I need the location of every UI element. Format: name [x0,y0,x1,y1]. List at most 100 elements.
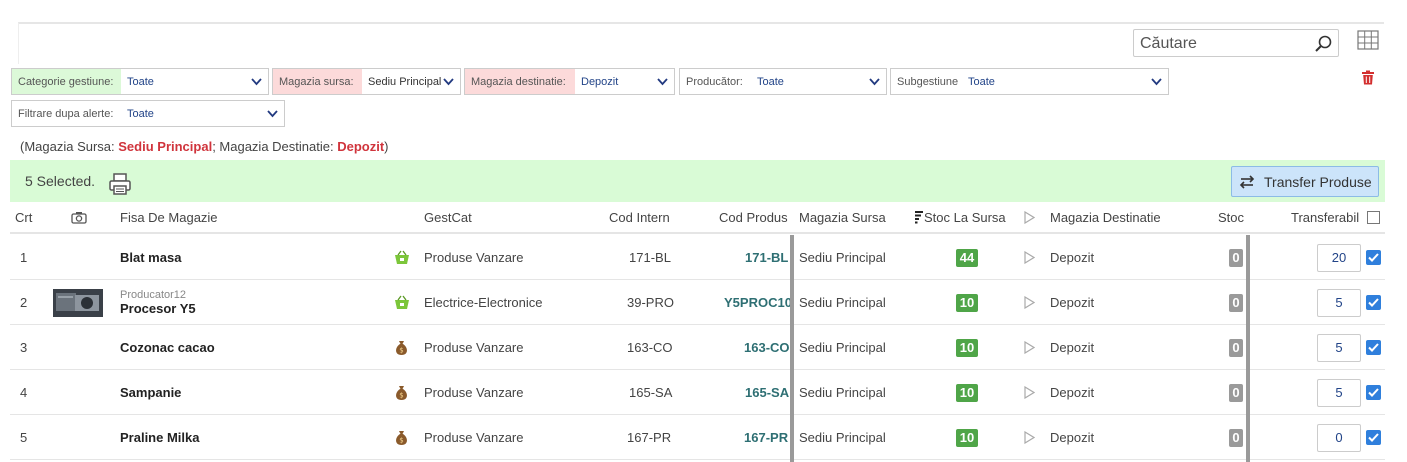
row-cod-produs: Y5PROC10 [724,295,792,310]
trash-icon[interactable] [1361,70,1375,85]
col-crt[interactable]: Crt [15,210,32,225]
chevron-down-icon[interactable] [251,77,262,86]
row-cod-produs: 163-CO [744,340,790,355]
row-checkbox[interactable] [1366,295,1381,310]
row-name[interactable]: Praline Milka [120,415,199,460]
filter-label: Filtrare dupa alerte: [18,107,114,120]
stoc-sursa-badge: 10 [956,428,978,447]
table-row[interactable]: 5 Praline Milka $ Produse Vanzare 167-PR… [10,415,1385,460]
stoc-sursa-badge: 10 [956,293,978,312]
chevron-down-icon[interactable] [267,109,278,118]
row-cod-intern: 39-PRO [627,295,674,310]
transferabil-input[interactable]: 5 [1317,378,1361,407]
play-arrow-icon[interactable] [1024,296,1035,309]
row-producer: Producator12 [120,289,187,301]
filter-value: Sediu Principal [368,75,442,88]
printer-icon[interactable] [108,172,132,196]
row-magazia-sursa: Sediu Principal [799,340,886,355]
play-arrow-icon[interactable] [1024,251,1035,264]
stoc-badge: 0 [1229,338,1243,357]
row-crt: 5 [20,430,28,445]
svg-text:$: $ [399,436,403,444]
search-icon[interactable] [1314,35,1332,53]
chevron-down-icon[interactable] [869,77,880,86]
table-grid-icon[interactable] [1357,30,1379,50]
col-fisa-de-magazie[interactable]: Fisa De Magazie [120,210,218,225]
stoc-badge: 0 [1229,428,1243,447]
check-icon [1368,343,1379,352]
filter-value: Depozit [581,75,619,88]
filter-label: Producător: [686,75,743,88]
filter-producator[interactable]: Producător: Toate [679,68,887,95]
transfer-produse-label: Transfer Produse [1264,173,1372,190]
filter-subgestiune[interactable]: Subgestiune Toate [890,68,1169,95]
col-magazia-destinatie[interactable]: Magazia Destinatie [1050,210,1161,225]
row-magazia-destinatie: Depozit [1050,385,1095,400]
table-row[interactable]: 2 Producator12 Procesor Y5 Electrice-Ele… [10,280,1385,325]
filter-label: Subgestiune [897,75,959,88]
filter-magazia-sursa[interactable]: Magazia sursa: Sediu Principal [272,68,461,95]
col-cod-produs[interactable]: Cod Produs [719,210,788,225]
col-gestcat[interactable]: GestCat [424,210,472,225]
row-name[interactable]: Sampanie [120,370,181,415]
row-cod-produs: 171-BL [745,250,789,265]
row-cod-intern: 171-BL [629,250,671,265]
svg-text:$: $ [399,391,403,399]
col-stoc[interactable]: Stoc [1218,210,1244,225]
transferabil-input[interactable]: 0 [1317,423,1361,452]
check-icon [1368,253,1379,262]
filter-value: Toate [127,107,154,120]
play-arrow-icon[interactable] [1024,431,1035,444]
row-name[interactable]: Cozonac cacao [120,325,215,370]
stoc-sursa-badge: 44 [956,248,978,267]
table-row[interactable]: 3 Cozonac cacao $ Produse Vanzare 163-CO… [10,325,1385,370]
transferabil-input[interactable]: 5 [1317,333,1361,362]
chevron-down-icon[interactable] [1151,77,1162,86]
row-magazia-destinatie: Depozit [1050,295,1095,310]
row-magazia-destinatie: Depozit [1050,430,1095,445]
row-crt: 2 [20,295,28,310]
sort-desc-icon[interactable] [915,211,924,225]
row-checkbox[interactable] [1366,340,1381,355]
filter-label: Magazia destinatie: [465,69,575,94]
chevron-down-icon[interactable] [657,77,668,86]
col-magazia-sursa[interactable]: Magazia Sursa [799,210,886,225]
filter-alerte[interactable]: Filtrare dupa alerte: Toate [11,100,285,127]
col-transferabil[interactable]: Transferabil [1291,210,1359,225]
money-bag-icon: $ [396,430,407,445]
row-checkbox[interactable] [1366,250,1381,265]
row-crt: 4 [20,385,28,400]
row-cod-produs: 167-PR [744,430,789,445]
select-all-checkbox[interactable] [1367,211,1380,224]
col-cod-intern[interactable]: Cod Intern [609,210,670,225]
transferabil-input[interactable]: 5 [1317,288,1361,317]
transfer-arrows-icon [1239,174,1255,189]
play-arrow-icon [1024,211,1035,224]
row-magazia-sursa: Sediu Principal [799,295,886,310]
stoc-badge: 0 [1229,248,1243,267]
search-input[interactable]: Căutare [1133,29,1339,57]
cart-icon [395,295,409,309]
transferabil-input[interactable]: 20 [1317,243,1361,272]
transfer-produse-button[interactable]: Transfer Produse [1231,166,1379,197]
row-name[interactable]: Procesor Y5 [120,301,196,316]
row-name[interactable]: Blat masa [120,235,181,280]
play-arrow-icon[interactable] [1024,386,1035,399]
filter-magazia-destinatie[interactable]: Magazia destinatie: Depozit [464,68,675,95]
row-checkbox[interactable] [1366,430,1381,445]
product-thumbnail [53,288,103,317]
play-arrow-icon[interactable] [1024,341,1035,354]
row-gestcat: Produse Vanzare [424,340,524,355]
filter-categorie-gestiune[interactable]: Categorie gestiune: Toate [11,68,269,95]
header-divider [10,232,1385,234]
row-cod-produs: 165-SA [745,385,790,400]
chevron-down-icon[interactable] [443,77,454,86]
row-crt: 3 [20,340,28,355]
table-row[interactable]: 4 Sampanie $ Produse Vanzare 165-SA 165-… [10,370,1385,415]
row-magazia-sursa: Sediu Principal [799,250,886,265]
row-cod-intern: 165-SA [629,385,673,400]
filter-value: Toate [127,75,154,88]
col-stoc-la-sursa[interactable]: Stoc La Sursa [924,210,1006,225]
row-checkbox[interactable] [1366,385,1381,400]
table-row[interactable]: 1 Blat masa Produse Vanzare 171-BL 171-B… [10,235,1385,280]
